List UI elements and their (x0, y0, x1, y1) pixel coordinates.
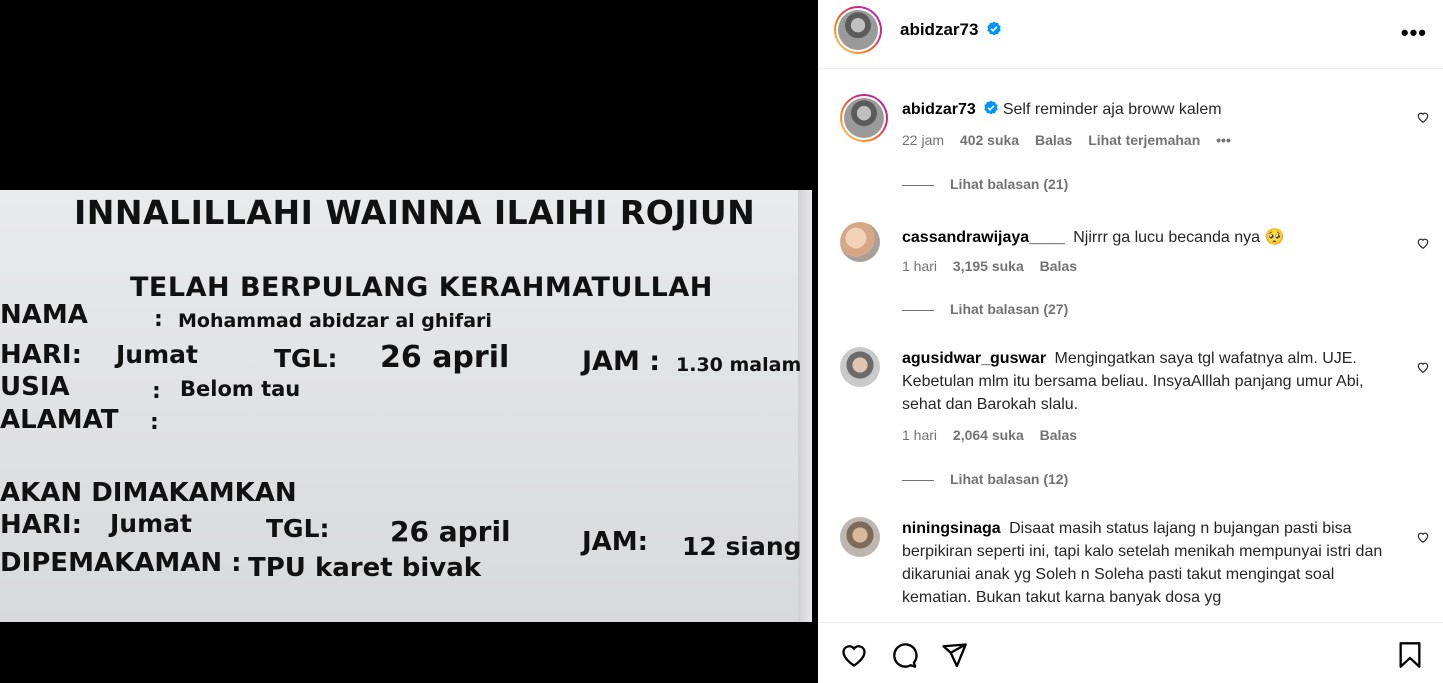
avatar[interactable] (840, 94, 888, 142)
post-actions-bar (818, 622, 1443, 683)
sign-akan-label: AKAN DIMAKAMKAN (0, 478, 297, 508)
comments-list[interactable]: abidzar73 Self reminder aja broww kalem 2… (818, 70, 1443, 622)
sign-alamat-label: ALAMAT (0, 405, 119, 435)
comment-reply-button[interactable]: Balas (1040, 258, 1077, 274)
view-replies-comment[interactable]: Lihat balasan (27) (902, 301, 1068, 317)
sign-nama-value: Mohammad abidzar al ghifari (178, 310, 492, 332)
caption-username[interactable]: abidzar73 (902, 101, 976, 118)
comment-reply-button[interactable]: Balas (1040, 427, 1077, 443)
sign-dipemakaman-value: TPU karet bivak (248, 553, 482, 583)
sign-title: INNALILLAHI WAINNA ILAIHI ROJIUN (74, 193, 756, 232)
comment-time[interactable]: 1 hari (902, 427, 937, 443)
avatar-image (844, 98, 884, 138)
sign-hari-value: Jumat (116, 340, 198, 369)
sign-jam-value: 1.30 malam (676, 354, 802, 376)
replies-divider (902, 184, 934, 186)
avatar[interactable] (840, 517, 880, 557)
comment-username[interactable]: niningsinaga (902, 520, 1001, 537)
sign-usia-value: Belom tau (180, 377, 301, 401)
post-header: abidzar73 ••• (818, 0, 1443, 69)
caption-text: Self reminder aja broww kalem (1002, 101, 1222, 118)
sign-hari2-label: HARI: (0, 510, 82, 540)
sign-colon: : (154, 307, 163, 332)
sign-subtitle: TELAH BERPULANG KERAHMATULLAH (130, 272, 713, 303)
comment-item: agusidwar_guswar Mengingatkan saya tgl w… (840, 347, 1430, 457)
sign-colon: : (150, 410, 159, 435)
comment-likes[interactable]: 3,195 suka (953, 258, 1024, 274)
like-comment-heart-icon[interactable] (1416, 110, 1430, 124)
like-comment-heart-icon[interactable] (1416, 360, 1430, 374)
like-comment-heart-icon[interactable] (1416, 236, 1430, 250)
sign-hari2-value: Jumat (110, 509, 192, 538)
like-comment-heart-icon[interactable] (1416, 530, 1430, 544)
comment-likes[interactable]: 2,064 suka (953, 427, 1024, 443)
sign-jam-label: JAM : (582, 346, 661, 377)
post-media[interactable]: INNALILLAHI WAINNA ILAIHI ROJIUN TELAH B… (0, 0, 818, 683)
comment-text: Njirrr ga lucu becanda nya 🥺 (1073, 229, 1285, 246)
sign-tgl2-label: TGL: (266, 514, 330, 543)
bookmark-icon[interactable] (1396, 641, 1424, 669)
caption-reply-button[interactable]: Balas (1035, 132, 1072, 148)
caption-time[interactable]: 22 jam (902, 132, 944, 148)
verified-badge-icon (984, 100, 998, 115)
comment-item: niningsinaga Disaat masih status lajang … (840, 517, 1430, 622)
avatar[interactable] (840, 347, 880, 387)
caption-translate-link[interactable]: Lihat terjemahan (1088, 132, 1200, 148)
sign-jam2-label: JAM: (582, 527, 649, 557)
share-icon[interactable] (940, 641, 968, 669)
more-options-icon[interactable]: ••• (1401, 22, 1427, 44)
caption-more-icon[interactable]: ••• (1216, 132, 1231, 148)
sign-tgl-value: 26 april (380, 340, 510, 375)
heart-icon[interactable] (840, 641, 868, 669)
post-side-panel: abidzar73 ••• abidzar73 Self reminder aja… (818, 0, 1443, 683)
comment-icon[interactable] (890, 641, 918, 669)
view-replies-comment[interactable]: Lihat balasan (12) (902, 471, 1068, 487)
header-user: abidzar73 (900, 20, 1002, 40)
sign-hari-label: HARI: (0, 340, 82, 370)
sign-nama-label: NAMA (0, 300, 88, 330)
avatar[interactable] (840, 222, 880, 262)
verified-badge-icon (987, 21, 1001, 36)
avatar[interactable] (834, 6, 882, 54)
sign-tgl-label: TGL: (274, 344, 338, 373)
comment-time[interactable]: 1 hari (902, 258, 937, 274)
sign-dipemakaman-label: DIPEMAKAMAN : (0, 548, 242, 578)
sign-jam2-value: 12 siang (682, 532, 802, 561)
caption-likes[interactable]: 402 suka (960, 132, 1019, 148)
sign-usia-label: USIA (0, 372, 70, 402)
replies-divider (902, 479, 934, 481)
header-username[interactable]: abidzar73 (900, 20, 978, 39)
sign-tgl2-value: 26 april (390, 515, 511, 548)
comment-username[interactable]: agusidwar_guswar (902, 350, 1046, 367)
avatar-image (838, 10, 878, 50)
view-replies-caption[interactable]: Lihat balasan (21) (902, 176, 1068, 192)
comment-item: cassandrawijaya____ Njirrr ga lucu becan… (840, 222, 1430, 282)
comment-username[interactable]: cassandrawijaya____ (902, 229, 1065, 246)
replies-divider (902, 309, 934, 311)
sign-colon: : (152, 379, 161, 404)
